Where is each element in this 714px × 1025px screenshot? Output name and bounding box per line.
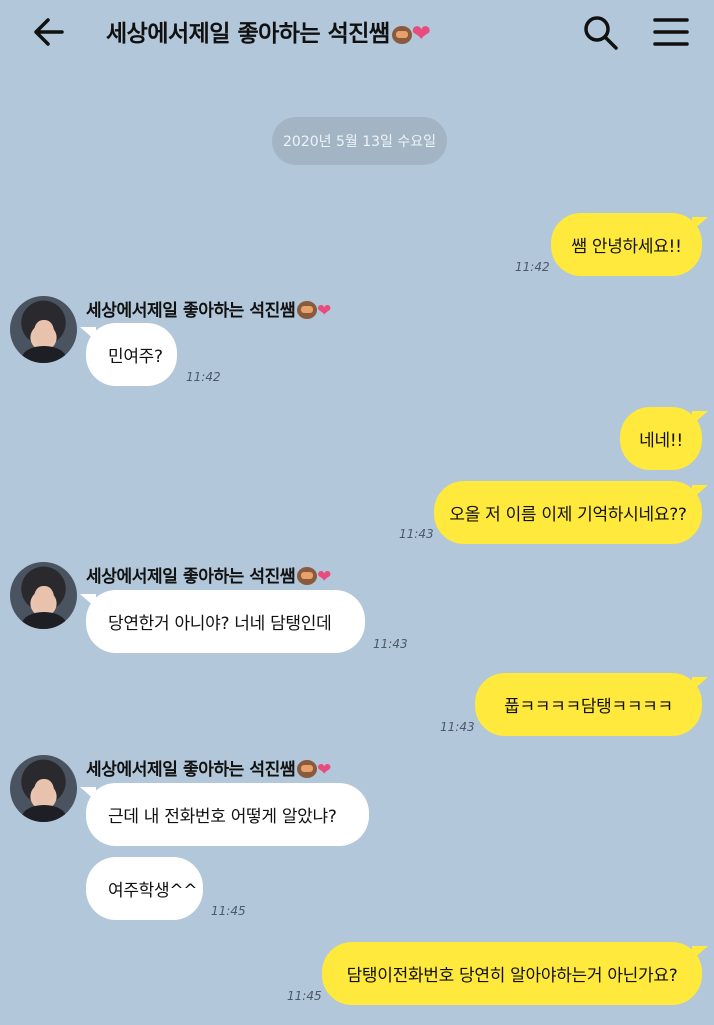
menu-button[interactable] [650, 12, 692, 52]
monkey-emoji-icon [297, 760, 318, 778]
chat-title-text: 세상에서제일 좋아하는 석진쌤 [106, 21, 390, 47]
chat-header: 세상에서제일 좋아하는 석진쌤 ❤ [0, 0, 714, 64]
message-bubble-received[interactable]: 당연한거 아니야? 너네 담탱인데 [80, 590, 365, 653]
message-bubble-sent[interactable]: 담탱이전화번호 당연히 알아야하는거 아닌가요? [322, 942, 708, 1005]
heart-icon: ❤ [317, 760, 332, 780]
message-time: 11:45 [287, 989, 322, 1003]
message-time: 11:43 [373, 637, 408, 651]
message-bubble-received[interactable]: 민여주? [80, 323, 177, 386]
back-arrow-icon [34, 18, 64, 46]
message-time: 11:43 [399, 527, 434, 541]
contact-avatar[interactable] [10, 296, 77, 363]
message-bubble-received[interactable]: 근데 내 전화번호 어떻게 알았냐? [80, 783, 369, 846]
heart-icon: ❤ [317, 301, 332, 321]
contact-avatar[interactable] [10, 755, 77, 822]
sender-name-text: 세상에서제일 좋아하는 석진쌤 [86, 760, 296, 780]
contact-avatar[interactable] [10, 562, 77, 629]
sender-name-text: 세상에서제일 좋아하는 석진쌤 [86, 301, 296, 321]
search-button[interactable] [580, 12, 620, 52]
sender-name: 세상에서제일 좋아하는 석진쌤 ❤ [86, 296, 331, 321]
heart-icon: ❤ [411, 21, 431, 47]
chat-title: 세상에서제일 좋아하는 석진쌤 ❤ [106, 14, 431, 48]
sender-name-text: 세상에서제일 좋아하는 석진쌤 [86, 567, 296, 587]
message-bubble-sent[interactable]: 쌤 안녕하세요!! [551, 213, 708, 276]
search-icon [584, 16, 618, 50]
monkey-emoji-icon [391, 26, 412, 44]
message-time: 11:43 [440, 720, 475, 734]
message-time: 11:45 [211, 904, 246, 918]
monkey-emoji-icon [297, 301, 318, 319]
date-divider: 2020년 5월 13일 수요일 [272, 117, 447, 165]
hamburger-menu-icon [653, 18, 689, 46]
message-bubble-received[interactable]: 여주학생^^ [86, 857, 203, 920]
sender-name: 세상에서제일 좋아하는 석진쌤 ❤ [86, 755, 331, 780]
message-bubble-sent[interactable]: 풉ㅋㅋㅋㅋ담탱ㅋㅋㅋㅋ [475, 673, 708, 736]
message-time: 11:42 [186, 370, 221, 384]
back-button[interactable] [28, 12, 72, 52]
message-time: 11:42 [515, 260, 550, 274]
monkey-emoji-icon [297, 567, 318, 585]
heart-icon: ❤ [317, 567, 332, 587]
message-bubble-sent[interactable]: 오올 저 이름 이제 기억하시네요?? [434, 481, 708, 544]
message-bubble-sent[interactable]: 네네!! [620, 407, 708, 470]
sender-name: 세상에서제일 좋아하는 석진쌤 ❤ [86, 562, 331, 587]
